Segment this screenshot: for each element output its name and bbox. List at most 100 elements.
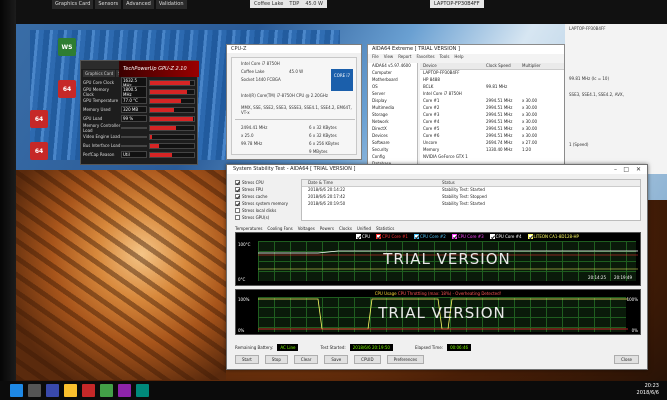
table-row[interactable]: Core #5 2994.51 MHz x 30.00 [420, 126, 564, 133]
column-header[interactable]: Clock Speed [486, 63, 522, 69]
tree-item[interactable]: Security [368, 147, 417, 154]
search-icon[interactable] [28, 384, 41, 397]
graph-tab[interactable]: Powers [320, 226, 334, 231]
explorer-icon[interactable] [64, 384, 77, 397]
stress-option[interactable]: Stress GPU(s) [235, 214, 297, 221]
desktop-shortcut-icon[interactable]: 64 [58, 80, 76, 98]
app-icon[interactable] [100, 384, 113, 397]
cpuid-button[interactable]: CPUID [354, 355, 381, 364]
checkbox[interactable] [235, 194, 240, 199]
stress-option[interactable]: Stress local disks [235, 207, 297, 214]
graph-tab[interactable]: Unified [357, 226, 371, 231]
minimize-icon[interactable]: – [614, 165, 617, 174]
top-tab[interactable]: Validation [155, 0, 187, 9]
start-button[interactable]: Start [235, 355, 259, 364]
graph-tab[interactable]: Temperatures [235, 226, 262, 231]
tree-item[interactable]: DirectX [368, 126, 417, 133]
graph-tab[interactable]: Voltages [298, 226, 315, 231]
checkbox[interactable] [235, 208, 240, 213]
column-header[interactable]: Status [442, 180, 640, 186]
tree-item[interactable]: Computer [368, 70, 417, 77]
legend-checkbox[interactable] [413, 234, 419, 239]
legend-item[interactable]: CPU Core #2 [413, 234, 446, 239]
tree-item[interactable]: Motherboard [368, 77, 417, 84]
table-row[interactable]: Core #6 2994.51 MHz x 30.00 [420, 133, 564, 140]
gpuz-tab[interactable]: Graphics Card [83, 70, 116, 77]
tree-item[interactable]: OS [368, 84, 417, 91]
app-icon[interactable] [136, 384, 149, 397]
legend-checkbox[interactable] [451, 234, 457, 239]
sst-title-bar[interactable]: System Stability Test - AIDA64 [ TRIAL V… [227, 165, 647, 174]
table-row[interactable]: Core #3 2994.51 MHz x 30.00 [420, 112, 564, 119]
menu-item[interactable]: Help [454, 54, 463, 61]
tree-item[interactable]: Multimedia [368, 105, 417, 112]
table-row[interactable]: NVIDIA GeForce GTX 1 [420, 154, 564, 161]
graph-tab[interactable]: Clocks [339, 226, 352, 231]
table-row[interactable]: Core #4 2994.51 MHz x 30.00 [420, 119, 564, 126]
app-icon[interactable] [118, 384, 131, 397]
stress-option[interactable]: Stress CPU [235, 179, 297, 186]
legend-item[interactable]: CPU Core #3 [451, 234, 484, 239]
menu-item[interactable]: Tools [440, 54, 450, 61]
menu-item[interactable]: Report [398, 54, 411, 61]
legend-checkbox[interactable] [376, 234, 382, 239]
tree-item[interactable]: Server [368, 91, 417, 98]
legend-item[interactable]: LITEON CA1-8D128-HP [527, 234, 579, 239]
column-header[interactable]: Device [420, 63, 486, 69]
column-header[interactable]: Date & Time [302, 180, 442, 186]
legend-item[interactable]: CPU Core #1 [376, 234, 408, 239]
tree-item[interactable]: Storage [368, 112, 417, 119]
table-row[interactable]: Intel Core i7 8750H [420, 91, 564, 98]
top-tab[interactable]: Advanced [123, 0, 154, 9]
tree-item[interactable]: Software [368, 140, 417, 147]
taskview-icon[interactable] [46, 384, 59, 397]
menu-item[interactable]: View [384, 54, 394, 61]
maximize-icon[interactable]: □ [623, 165, 629, 174]
aida-main-window[interactable]: AIDA64 Extreme [ TRIAL VERSION ] File Vi… [367, 44, 565, 173]
stability-test-window[interactable]: System Stability Test - AIDA64 [ TRIAL V… [226, 164, 648, 370]
cpuz-title[interactable]: CPU-Z [227, 45, 361, 53]
table-row[interactable]: LAPTOP-FP30B4FF [420, 70, 564, 77]
column-header[interactable]: Multiplier [522, 63, 564, 69]
desktop-shortcut-icon[interactable]: WS [58, 38, 76, 56]
legend-checkbox[interactable] [489, 234, 495, 239]
checkbox[interactable] [235, 215, 240, 220]
windows-start-icon[interactable] [10, 384, 23, 397]
graph-tab[interactable]: Cooling Fans [267, 226, 292, 231]
graph-tab[interactable]: Statistics [376, 226, 394, 231]
table-row[interactable]: HP 8488 [420, 77, 564, 84]
table-row[interactable]: Memory 1330.40 MHz 1:20 [420, 147, 564, 154]
table-row[interactable]: Uncore 2694.74 MHz x 27.00 [420, 140, 564, 147]
tree-item[interactable]: Display [368, 98, 417, 105]
legend-item[interactable]: CPU Core #4 [489, 234, 522, 239]
stress-option[interactable]: Stress cache [235, 193, 297, 200]
close-button[interactable]: Close [614, 355, 639, 364]
desktop-shortcut-icon[interactable]: 64 [30, 110, 48, 128]
tree-item[interactable]: Devices [368, 133, 417, 140]
table-row[interactable]: Core #2 2994.51 MHz x 30.00 [420, 105, 564, 112]
table-row[interactable]: BCLK 99.81 MHz [420, 84, 564, 91]
top-tab[interactable]: Sensors [95, 0, 122, 9]
stress-option[interactable]: Stress system memory [235, 200, 297, 207]
top-tab[interactable]: Graphics Card [52, 0, 94, 9]
tree-item[interactable]: Network [368, 119, 417, 126]
app-icon[interactable] [82, 384, 95, 397]
aida-title[interactable]: AIDA64 Extreme [ TRIAL VERSION ] [368, 45, 564, 54]
system-clock[interactable]: 20:23 2018/6/6 [637, 383, 659, 397]
legend-checkbox[interactable] [356, 234, 361, 239]
legend-checkbox[interactable] [527, 234, 533, 239]
clear-button[interactable]: Clear [293, 355, 319, 364]
desktop-shortcut-icon[interactable]: 64 [30, 142, 48, 160]
cpuz-window[interactable]: CPU-Z CORE i7 Intel Core i7 8750H Coffee… [226, 44, 362, 160]
close-icon[interactable]: ✕ [636, 165, 641, 174]
checkbox[interactable] [235, 201, 240, 206]
save-button[interactable]: Save [324, 355, 349, 364]
checkbox[interactable] [235, 180, 240, 185]
legend-item[interactable]: CPU [356, 234, 370, 239]
table-row[interactable]: Core #1 2994.51 MHz x 30.00 [420, 98, 564, 105]
menu-item[interactable]: Favorites [416, 54, 434, 61]
tree-item[interactable]: Config [368, 154, 417, 161]
menu-item[interactable]: File [372, 54, 379, 61]
stop-button[interactable]: Stop [264, 355, 288, 364]
stress-option[interactable]: Stress FPU [235, 186, 297, 193]
